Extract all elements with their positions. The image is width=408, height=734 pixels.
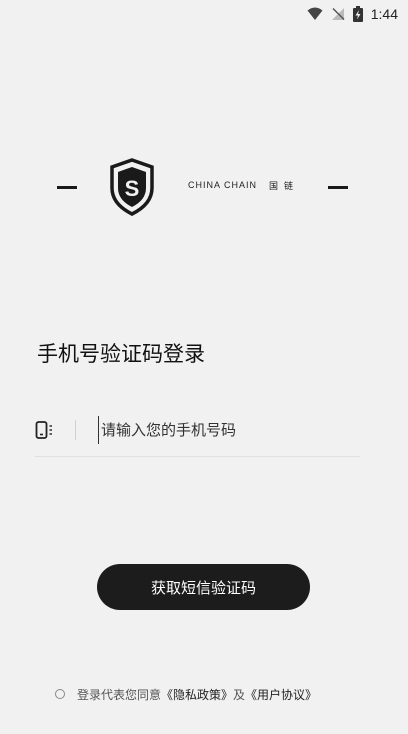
agreement-row: 登录代表您同意 《隐私政策》 及 《用户协议》 [55,684,317,704]
wifi-icon [307,7,323,20]
logo-letter: S [125,176,140,201]
battery-charging-icon [352,6,363,22]
privacy-policy-link[interactable]: 《隐私政策》 [161,686,233,703]
phone-icon [35,421,52,439]
agreement-radio[interactable] [55,689,65,699]
status-time: 1:44 [370,6,398,22]
logo-dash-left [57,186,77,189]
get-sms-code-button[interactable]: 获取短信验证码 [97,564,310,610]
brand-header: S CHINA CHAIN 国链 [0,158,408,218]
field-divider [75,420,76,440]
brand-name-cn: 国链 [269,182,300,192]
brand-name-en: CHINA CHAIN [188,180,258,190]
signal-off-icon [331,7,345,21]
page-title: 手机号验证码登录 [37,342,205,366]
logo-dash-right [328,186,348,189]
shield-logo-icon: S [110,158,154,216]
user-agreement-link[interactable]: 《用户协议》 [245,686,317,703]
agreement-and: 及 [233,687,246,702]
status-icons: 1:44 [307,6,398,22]
phone-number-input[interactable] [98,416,356,444]
status-bar: 1:44 [0,0,408,30]
phone-field [35,410,360,457]
agreement-prefix: 登录代表您同意 [77,687,162,702]
